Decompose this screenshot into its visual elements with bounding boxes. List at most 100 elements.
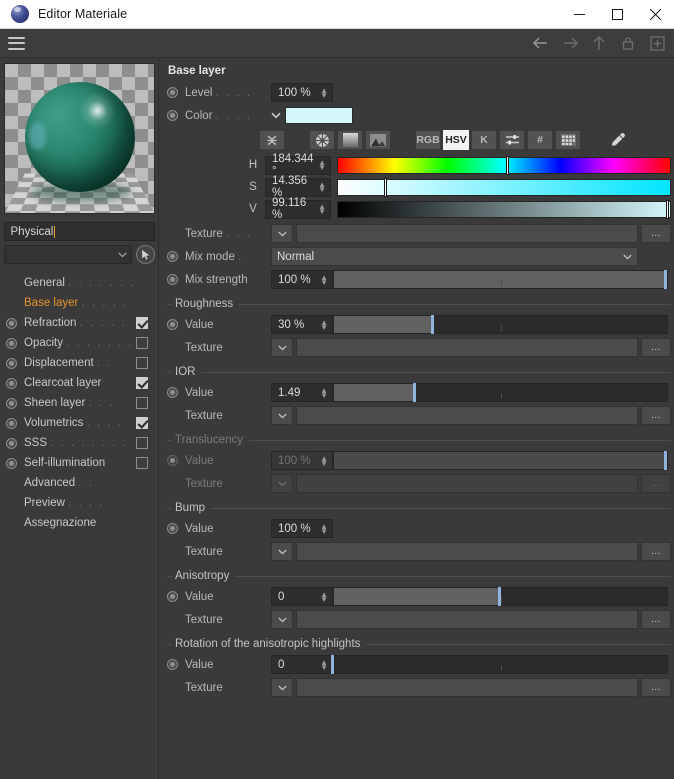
mix-strength-input[interactable]: 100 % ▲ ▼ [271,270,333,289]
spinner-icon[interactable]: ▲ ▼ [320,658,328,671]
rotation-of-the-anisotropic-highlights-texture-input[interactable] [296,678,638,697]
mix-strength-slider[interactable] [333,270,668,289]
color-mode-k-button[interactable]: K [471,130,497,150]
swatch-grid-icon[interactable] [555,130,581,150]
spinner-icon[interactable]: ▲ ▼ [318,181,326,194]
sidebar-item-displacement[interactable]: Displacement . . [0,353,158,373]
anisotropy-slider[interactable] [333,587,668,606]
checkbox-icon[interactable] [136,377,148,389]
slider-handle[interactable] [331,655,334,674]
hue-input[interactable]: 184.344 ° ▲ ▼ [265,153,331,177]
radio-icon[interactable] [167,591,178,602]
radio-icon[interactable] [167,659,178,670]
radio-icon[interactable] [167,251,178,262]
radio-icon[interactable] [167,319,178,330]
level-input[interactable]: 100 % ▲ ▼ [271,83,333,102]
chevron-down-icon[interactable] [271,610,293,629]
anisotropy-texture-input[interactable] [296,610,638,629]
spinner-icon[interactable]: ▲ ▼ [320,590,328,603]
base-texture-browse-button[interactable]: ... [641,224,671,243]
maximize-button[interactable] [598,0,636,29]
checkbox-icon[interactable] [136,337,148,349]
cursor-picker-icon[interactable] [135,245,155,264]
radio-icon[interactable] [6,397,17,409]
roughness-texture-input[interactable] [296,338,638,357]
lock-icon[interactable] [617,32,639,54]
value-slider[interactable] [337,199,671,219]
back-arrow-icon[interactable] [530,32,552,54]
radio-icon[interactable] [167,87,178,98]
spinner-icon[interactable]: ▲ ▼ [320,86,328,99]
sidebar-item-assegnazione[interactable]: Assegnazione [0,513,158,533]
image-mountain-icon[interactable] [365,130,391,150]
rotation-of-the-anisotropic-highlights-value-input[interactable]: 0 ▲ ▼ [271,655,333,674]
radio-icon[interactable] [6,317,17,329]
ior-texture-input[interactable] [296,406,638,425]
anisotropy-value-input[interactable]: 0 ▲ ▼ [271,587,333,606]
close-button[interactable] [636,0,674,29]
sidebar-item-self-illumination[interactable]: Self-illumination [0,453,158,473]
material-type-combo[interactable] [3,245,132,264]
sliders-icon[interactable] [499,130,525,150]
sidebar-item-sss[interactable]: SSS . . . . . . . . [0,433,158,453]
color-swatch[interactable] [285,107,353,124]
saturation-slider[interactable] [337,177,671,197]
material-name-field[interactable]: Physical [3,222,155,241]
rotation-of-the-anisotropic-highlights-slider[interactable] [331,655,668,674]
spinner-icon[interactable]: ▲ ▼ [320,318,328,331]
sidebar-item-preview[interactable]: Preview . . . . [0,493,158,513]
hamburger-icon[interactable] [8,36,25,50]
bump-texture-browse-button[interactable]: ... [641,542,671,561]
bump-value-input[interactable]: 100 % ▲ ▼ [271,519,333,538]
slider-handle[interactable] [412,383,416,402]
color-expand-icon[interactable] [271,112,281,119]
spinner-icon[interactable]: ▲ ▼ [318,203,326,216]
radio-icon[interactable] [167,387,178,398]
radio-icon[interactable] [6,417,17,429]
roughness-value-input[interactable]: 30 % ▲ ▼ [271,315,333,334]
rotation-of-the-anisotropic-highlights-texture-browse-button[interactable]: ... [641,678,671,697]
slider-handle[interactable] [497,587,501,606]
slider-handle[interactable] [430,315,434,334]
spinner-icon[interactable]: ▲ ▼ [320,386,328,399]
saturation-handle[interactable] [384,177,388,197]
ior-slider[interactable] [333,383,668,402]
hash-icon[interactable]: # [527,130,553,150]
anisotropy-texture-browse-button[interactable]: ... [641,610,671,629]
color-mode-rgb-button[interactable]: RGB [415,130,441,150]
forward-arrow-icon[interactable] [559,32,581,54]
sidebar-item-refraction[interactable]: Refraction . . . . . [0,313,158,333]
checkbox-icon[interactable] [136,437,148,449]
checkbox-icon[interactable] [136,357,148,369]
spinner-icon[interactable]: ▲ ▼ [318,159,326,172]
chevron-down-icon[interactable] [271,542,293,561]
spinner-icon[interactable]: ▲ ▼ [320,522,328,535]
sidebar-item-opacity[interactable]: Opacity . . . . . . . [0,333,158,353]
sidebar-item-volumetrics[interactable]: Volumetrics . . . . [0,413,158,433]
ior-texture-browse-button[interactable]: ... [641,406,671,425]
chevron-down-icon[interactable] [271,224,293,243]
collapse-arrows-icon[interactable] [259,130,285,150]
material-preview-sphere[interactable] [3,63,155,214]
radio-icon[interactable] [6,357,17,369]
saturation-input[interactable]: 14.356 % ▲ ▼ [265,175,331,199]
roughness-slider[interactable] [333,315,668,334]
checkbox-icon[interactable] [136,317,148,329]
gradient-swatch-icon[interactable] [337,130,363,150]
minimize-button[interactable] [560,0,598,29]
hue-slider[interactable] [337,155,671,175]
sidebar-item-general[interactable]: General . . . . . . . [0,273,158,293]
base-texture-input[interactable] [296,224,638,243]
checkbox-icon[interactable] [136,417,148,429]
spinner-icon[interactable]: ▲ ▼ [320,273,328,286]
chevron-down-icon[interactable] [271,406,293,425]
value-handle[interactable] [665,199,669,219]
bump-texture-input[interactable] [296,542,638,561]
radio-icon[interactable] [6,377,17,389]
radio-icon[interactable] [167,274,178,285]
mix-mode-select[interactable]: Normal [271,247,638,266]
hue-handle[interactable] [506,155,510,175]
color-wheel-icon[interactable] [309,130,335,150]
sidebar-item-advanced[interactable]: Advanced . . [0,473,158,493]
chevron-down-icon[interactable] [271,338,293,357]
